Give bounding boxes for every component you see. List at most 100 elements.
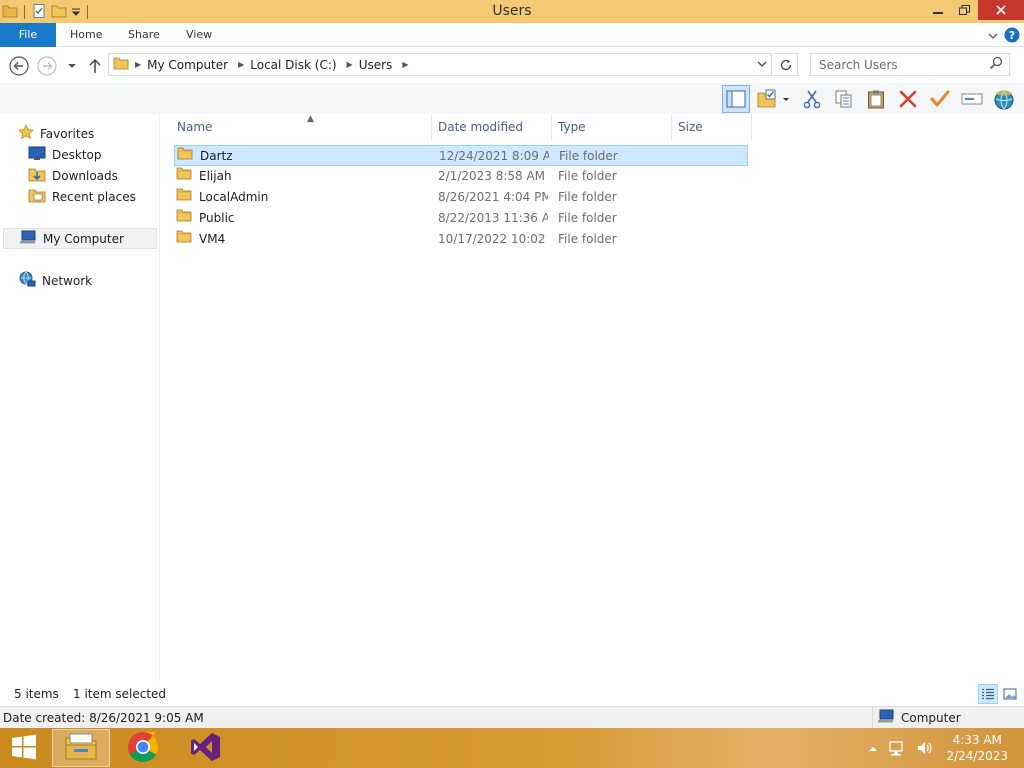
taskbar-chrome[interactable] xyxy=(114,729,172,767)
column-header-date[interactable]: Date modified xyxy=(432,114,552,140)
paste-icon[interactable] xyxy=(862,85,890,113)
start-button[interactable] xyxy=(0,729,48,767)
file-type: File folder xyxy=(558,232,617,246)
zone-indicator: Computer xyxy=(872,707,1022,728)
file-name: Elijah xyxy=(199,169,232,183)
command-toolbar xyxy=(0,83,1024,114)
date-created: Date created: 8/26/2021 9:05 AM xyxy=(3,711,204,725)
restore-button[interactable] xyxy=(951,0,978,20)
computer-icon xyxy=(877,708,895,727)
preview-pane-icon[interactable] xyxy=(722,85,750,113)
address-history-dropdown[interactable] xyxy=(757,58,767,72)
window-title: Users xyxy=(492,3,532,19)
selection-count: 1 item selected xyxy=(73,687,167,701)
nav-my-computer-label: My Computer xyxy=(43,231,124,246)
navigation-pane: Favorites Desktop Downloads Recent place… xyxy=(0,114,160,682)
network-status-icon[interactable] xyxy=(888,740,906,759)
globe-icon[interactable] xyxy=(990,85,1018,113)
up-button[interactable] xyxy=(85,56,105,76)
breadcrumb-my-computer[interactable]: My Computer xyxy=(147,58,228,72)
file-name-cell: VM4 xyxy=(176,229,426,250)
show-hidden-icons-icon[interactable] xyxy=(868,743,878,757)
volume-icon[interactable] xyxy=(916,740,934,759)
computer-icon xyxy=(19,229,37,248)
nav-favorites[interactable]: Favorites xyxy=(18,123,94,144)
file-row[interactable]: VM4 10/17/2022 10:02 ... File folder xyxy=(174,229,748,250)
sort-ascending-icon: ▲ xyxy=(307,114,314,124)
taskbar: 4:33 AM 2/24/2023 xyxy=(0,728,1024,768)
file-explorer-icon xyxy=(64,733,98,764)
nav-recent-places[interactable]: Recent places xyxy=(28,186,136,207)
file-row[interactable]: LocalAdmin 8/26/2021 4:04 PM File folder xyxy=(174,187,748,208)
system-tray xyxy=(868,740,934,759)
tab-view[interactable]: View xyxy=(186,23,212,47)
nav-my-computer[interactable]: My Computer xyxy=(3,228,157,249)
large-icons-view-icon[interactable] xyxy=(1000,684,1020,704)
chevron-right-icon[interactable]: ▶ xyxy=(402,60,408,69)
refresh-button[interactable] xyxy=(774,53,798,76)
tab-home[interactable]: Home xyxy=(70,23,102,47)
cut-icon[interactable] xyxy=(798,85,826,113)
delete-icon[interactable] xyxy=(894,85,922,113)
file-type: File folder xyxy=(558,211,617,225)
nav-network[interactable]: Network xyxy=(18,270,92,291)
breadcrumb-users[interactable]: Users xyxy=(359,58,393,72)
network-icon xyxy=(18,271,36,290)
search-input[interactable] xyxy=(811,57,989,72)
tab-share[interactable]: Share xyxy=(128,23,160,47)
copy-icon[interactable] xyxy=(830,85,858,113)
file-name-cell: LocalAdmin xyxy=(176,187,426,208)
select-all-icon[interactable] xyxy=(754,85,794,113)
svg-text:?: ? xyxy=(1009,29,1015,42)
file-row[interactable]: Public 8/22/2013 11:36 AM File folder xyxy=(174,208,748,229)
nav-desktop-label: Desktop xyxy=(52,147,102,162)
folder-icon xyxy=(176,187,192,208)
column-header-type[interactable]: Type xyxy=(552,114,672,140)
file-type: File folder xyxy=(559,149,618,163)
forward-button[interactable] xyxy=(37,56,57,76)
nav-downloads[interactable]: Downloads xyxy=(28,165,118,186)
breadcrumb-local-disk[interactable]: Local Disk (C:) xyxy=(250,58,336,72)
status-bar: 5 items 1 item selected xyxy=(0,682,1024,706)
checkmark-icon[interactable] xyxy=(926,85,954,113)
expand-ribbon-icon[interactable] xyxy=(988,30,998,44)
nav-favorites-label: Favorites xyxy=(40,126,95,141)
nav-network-label: Network xyxy=(42,273,93,288)
nav-desktop[interactable]: Desktop xyxy=(28,144,102,165)
chrome-icon xyxy=(127,731,159,766)
search-box[interactable] xyxy=(810,53,1010,76)
folder-icon xyxy=(176,229,192,250)
taskbar-visual-studio[interactable] xyxy=(176,729,234,767)
system-clock[interactable]: 4:33 AM 2/24/2023 xyxy=(946,732,1008,764)
file-date: 2/1/2023 8:58 AM xyxy=(438,169,546,183)
back-button[interactable] xyxy=(9,56,29,76)
search-icon[interactable] xyxy=(989,56,1003,73)
downloads-icon xyxy=(28,166,46,185)
file-name: Dartz xyxy=(200,149,233,163)
folder-icon xyxy=(177,146,193,167)
file-row[interactable]: Elijah 2/1/2023 8:58 AM File folder xyxy=(174,166,748,187)
window-controls xyxy=(924,0,1024,20)
ribbon-right-controls: ? xyxy=(988,27,1020,46)
column-name-label: Name xyxy=(177,120,213,134)
chevron-right-icon[interactable]: ▶ xyxy=(347,60,353,69)
details-view-icon[interactable] xyxy=(978,684,998,704)
taskbar-file-explorer[interactable] xyxy=(52,729,110,767)
file-row[interactable]: Dartz 12/24/2021 8:09 AM File folder xyxy=(174,145,748,166)
chevron-right-icon[interactable]: ▶ xyxy=(238,60,244,69)
recent-locations-dropdown[interactable] xyxy=(62,56,82,76)
minimize-button[interactable] xyxy=(924,0,951,20)
file-list: Name ▲ Date modified Type Size Dartz 12/… xyxy=(160,114,1024,682)
column-header-size[interactable]: Size xyxy=(672,114,752,140)
rename-icon[interactable] xyxy=(958,85,986,113)
column-header-name[interactable]: Name ▲ xyxy=(171,114,432,140)
chevron-right-icon[interactable]: ▶ xyxy=(135,60,141,69)
close-button[interactable] xyxy=(978,0,1024,20)
help-icon[interactable]: ? xyxy=(1004,27,1020,46)
file-name-cell: Elijah xyxy=(176,166,426,187)
clock-date: 2/24/2023 xyxy=(946,749,1008,763)
address-bar[interactable]: ▶ My Computer ▶ Local Disk (C:) ▶ Users … xyxy=(108,53,772,76)
clock-time: 4:33 AM xyxy=(952,733,1002,747)
item-count: 5 items xyxy=(14,687,59,701)
tab-file[interactable]: File xyxy=(0,23,56,47)
